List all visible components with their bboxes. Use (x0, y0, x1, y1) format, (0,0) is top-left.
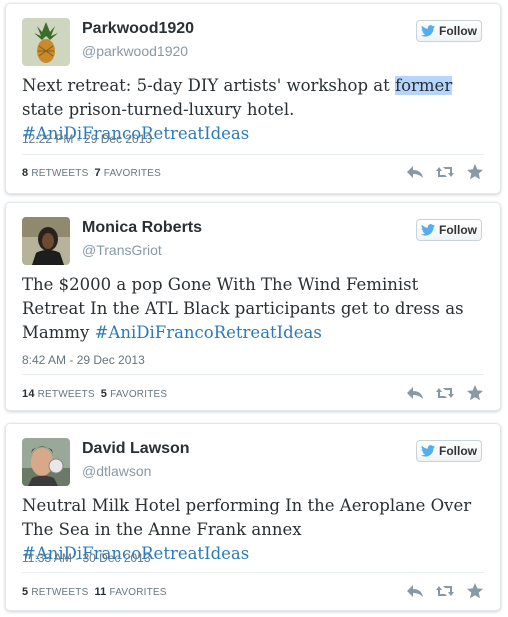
tweet-stats: 14 RETWEETS 5 FAVORITES (22, 388, 167, 400)
tweet-stats: 5 RETWEETS 11 FAVORITES (22, 586, 167, 598)
twitter-bird-icon (421, 25, 435, 37)
reply-icon[interactable] (406, 385, 424, 401)
tweet-card: Parkwood1920 @parkwood1920 Follow Next r… (5, 3, 501, 194)
tweet-text: The $2000 a pop Gone With The Wind Femin… (22, 273, 482, 345)
timestamp[interactable]: 12:22 PM - 29 Dec 2013 (22, 132, 152, 146)
follow-button[interactable]: Follow (416, 20, 482, 42)
favorite-star-icon[interactable] (466, 164, 484, 180)
twitter-bird-icon (421, 445, 435, 457)
favorites-label: FAVORITES (103, 168, 161, 179)
timestamp[interactable]: 8:42 AM - 29 Dec 2013 (22, 353, 145, 367)
tweet-actions (406, 385, 484, 401)
retweet-icon[interactable] (436, 583, 454, 599)
retweet-count[interactable]: 14 (22, 388, 35, 400)
favorite-star-icon[interactable] (466, 583, 484, 599)
retweets-label: RETWEETS (31, 587, 89, 598)
selected-text: former (394, 76, 453, 95)
tweet-actions (406, 583, 484, 599)
divider (22, 154, 484, 155)
tweet-text-part: Next retreat: 5-day DIY artists' worksho… (22, 76, 395, 95)
favorite-star-icon[interactable] (466, 385, 484, 401)
favorites-label: FAVORITES (109, 587, 167, 598)
favorites-label: FAVORITES (110, 389, 168, 400)
retweet-icon[interactable] (436, 385, 454, 401)
timestamp[interactable]: 11:33 AM - 30 Dec 2013 (22, 551, 151, 565)
user-handle[interactable]: @dtlawson (82, 463, 151, 479)
reply-icon[interactable] (406, 164, 424, 180)
retweet-count[interactable]: 8 (22, 167, 28, 179)
follow-button[interactable]: Follow (416, 219, 482, 241)
avatar[interactable] (22, 18, 70, 66)
display-name[interactable]: Monica Roberts (82, 219, 202, 237)
reply-icon[interactable] (406, 583, 424, 599)
display-name[interactable]: David Lawson (82, 440, 190, 458)
divider (22, 374, 484, 375)
favorite-count[interactable]: 5 (101, 388, 107, 400)
tweet-stats: 8 RETWEETS 7 FAVORITES (22, 167, 161, 179)
retweet-icon[interactable] (436, 164, 454, 180)
user-handle[interactable]: @TransGriot (82, 242, 162, 258)
avatar[interactable] (22, 438, 70, 486)
follow-button[interactable]: Follow (416, 440, 482, 462)
avatar[interactable] (22, 217, 70, 265)
tweet-card: David Lawson @dtlawson Follow Neutral Mi… (5, 423, 501, 611)
tweet-text-part: Neutral Milk Hotel performing In the Aer… (22, 496, 472, 539)
follow-label: Follow (439, 444, 477, 458)
favorite-count[interactable]: 11 (94, 586, 106, 598)
retweets-label: RETWEETS (31, 168, 89, 179)
retweet-count[interactable]: 5 (22, 586, 28, 598)
display-name[interactable]: Parkwood1920 (82, 20, 194, 38)
hashtag-link[interactable]: #AniDiFrancoRetreatIdeas (95, 323, 322, 342)
follow-label: Follow (439, 24, 477, 38)
tweet-actions (406, 164, 484, 180)
tweet-text-part: state prison-turned-luxury hotel. (22, 100, 295, 119)
tweet-card: Monica Roberts @TransGriot Follow The $2… (5, 202, 501, 411)
retweets-label: RETWEETS (37, 389, 95, 400)
divider (22, 572, 484, 573)
follow-label: Follow (439, 223, 477, 237)
favorite-count[interactable]: 7 (94, 167, 100, 179)
user-handle[interactable]: @parkwood1920 (82, 43, 188, 59)
twitter-bird-icon (421, 224, 435, 236)
